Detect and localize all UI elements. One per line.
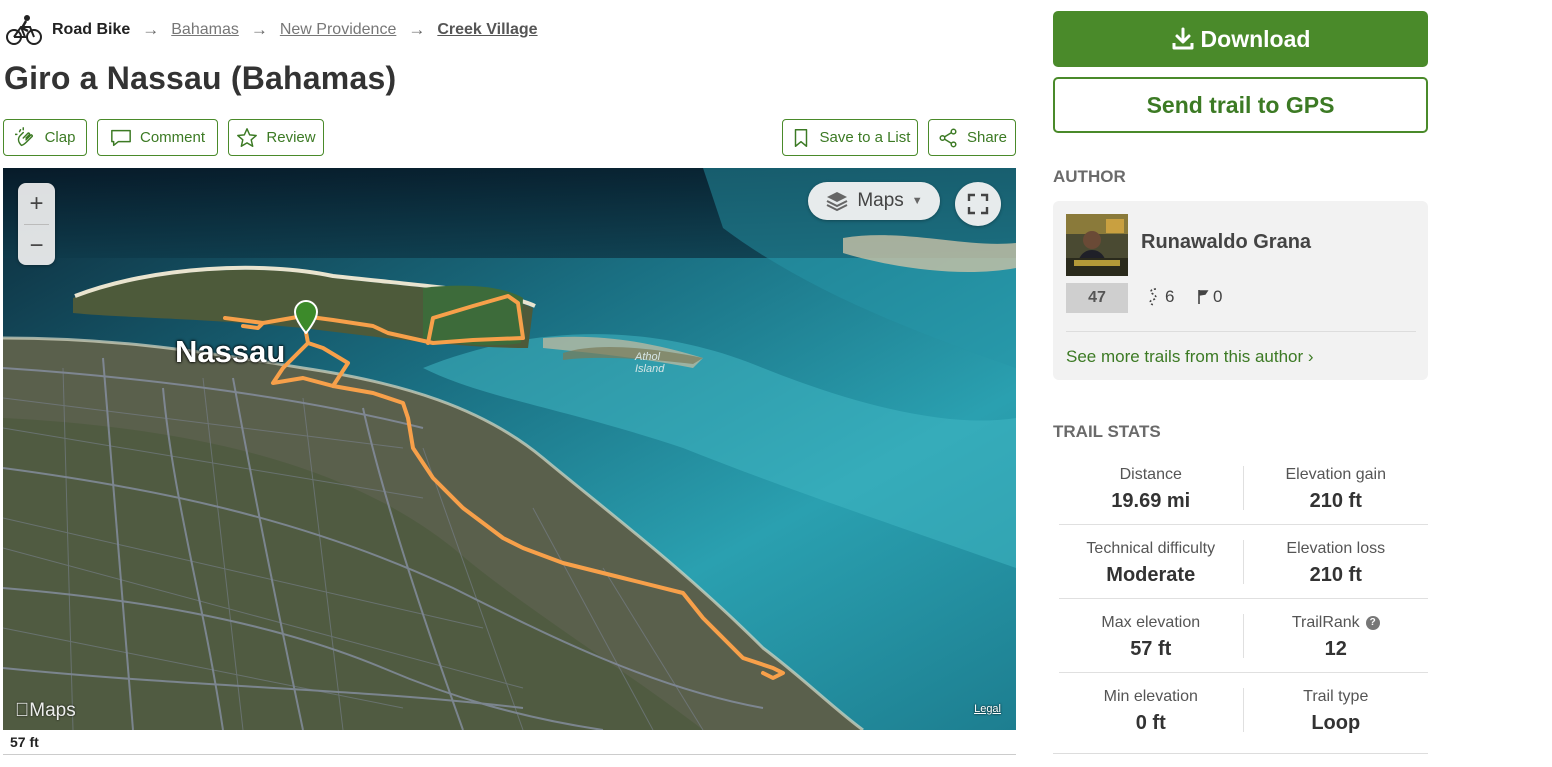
avatar[interactable] xyxy=(1066,214,1128,276)
download-icon xyxy=(1172,27,1194,50)
stat-elevation-loss: Elevation loss 210 ft xyxy=(1286,539,1386,586)
stats-row: Technical difficulty Moderate Elevation … xyxy=(1059,525,1428,599)
comment-button[interactable]: Comment xyxy=(97,119,218,156)
breadcrumb-arrow: → xyxy=(142,20,160,39)
author-card: Runawaldo Grana 47 6 0 See more trails f… xyxy=(1053,201,1428,380)
zoom-control: + − xyxy=(18,183,55,265)
stats-row: Max elevation 57 ft TrailRank ? 12 xyxy=(1059,599,1428,673)
trail-path-icon xyxy=(1149,288,1157,306)
map-attribution: Maps xyxy=(15,700,76,721)
author-heading: AUTHOR xyxy=(1053,167,1126,186)
zoom-in-button[interactable]: + xyxy=(18,183,55,224)
zoom-out-button[interactable]: − xyxy=(18,225,55,266)
breadcrumb-link-creek-village[interactable]: Creek Village xyxy=(437,21,537,39)
breadcrumb-arrow: → xyxy=(250,20,268,39)
download-label: Download xyxy=(1200,25,1311,52)
breadcrumb-activity: Road Bike xyxy=(52,21,131,38)
star-icon xyxy=(237,127,258,147)
review-label: Review xyxy=(266,129,316,146)
trail-stats-heading: TRAIL STATS xyxy=(1053,422,1161,441)
map-label-nassau: Nassau xyxy=(175,334,286,369)
breadcrumb-link-new-providence[interactable]: New Providence xyxy=(280,21,397,39)
map-layer-label: Maps xyxy=(857,190,904,211)
avatar-image xyxy=(1066,214,1128,276)
share-label: Share xyxy=(966,129,1008,146)
help-icon[interactable]: ? xyxy=(1365,615,1380,630)
stat-distance: Distance 19.69 mi xyxy=(1059,465,1244,512)
download-button[interactable]: Download xyxy=(1053,11,1428,67)
flag-icon xyxy=(1198,290,1209,304)
author-trails-count: 6 xyxy=(1147,287,1174,307)
save-to-list-button[interactable]: Save to a List xyxy=(782,119,918,156)
share-icon xyxy=(939,128,957,147)
author-name[interactable]: Runawaldo Grana xyxy=(1141,231,1311,254)
breadcrumb-arrow: → xyxy=(408,20,426,39)
page-title: Giro a Nassau (Bahamas) xyxy=(4,60,397,96)
see-more-trails-link[interactable]: See more trails from this author › xyxy=(1066,347,1314,367)
stat-trail-type: Trail type Loop xyxy=(1303,688,1369,734)
stats-bottom-divider xyxy=(1053,753,1428,754)
send-to-gps-button[interactable]: Send trail to GPS xyxy=(1053,77,1428,133)
bookmark-icon xyxy=(794,128,807,147)
comment-icon xyxy=(111,129,131,146)
trail-start-marker-icon[interactable] xyxy=(293,300,319,334)
trail-stats: Distance 19.69 mi Elevation gain 210 ft … xyxy=(1059,451,1428,747)
trail-map[interactable]: Nassau Athol Island + − Maps ▼ Maps Leg… xyxy=(3,168,1016,730)
clap-label: Clap xyxy=(44,129,76,146)
map-legal-link[interactable]: Legal xyxy=(974,703,1001,715)
stat-technical-difficulty: Technical difficulty Moderate xyxy=(1059,539,1244,586)
elevation-readout: 57 ft xyxy=(10,734,39,750)
road-bike-icon xyxy=(6,15,42,45)
clap-button[interactable]: Clap xyxy=(3,119,87,156)
stats-row: Min elevation 0 ft Trail type Loop xyxy=(1059,673,1428,747)
author-divider xyxy=(1066,331,1416,332)
layers-icon xyxy=(826,192,848,212)
author-rank-badge: 47 xyxy=(1066,283,1128,313)
share-button[interactable]: Share xyxy=(928,119,1016,156)
elevation-profile-baseline xyxy=(3,754,1016,755)
stats-row: Distance 19.69 mi Elevation gain 210 ft xyxy=(1059,451,1428,525)
map-label-athol-island: Athol Island xyxy=(635,351,665,375)
breadcrumb-link-bahamas[interactable]: Bahamas xyxy=(171,21,239,39)
stat-elevation-gain: Elevation gain 210 ft xyxy=(1285,465,1386,512)
clap-icon xyxy=(14,126,33,146)
apple-logo-icon:  xyxy=(15,700,29,721)
save-to-list-label: Save to a List xyxy=(819,129,911,146)
breadcrumb: Road Bike → Bahamas → New Providence → C… xyxy=(6,14,538,46)
map-layer-selector[interactable]: Maps ▼ xyxy=(808,182,940,220)
author-flags-count: 0 xyxy=(1195,287,1222,307)
fullscreen-icon xyxy=(967,193,989,215)
review-button[interactable]: Review xyxy=(228,119,324,156)
stat-trailrank: TrailRank ? 12 xyxy=(1244,614,1429,660)
stat-min-elevation: Min elevation 0 ft xyxy=(1059,688,1244,734)
fullscreen-button[interactable] xyxy=(955,182,1001,226)
comment-label: Comment xyxy=(139,129,206,146)
stat-max-elevation: Max elevation 57 ft xyxy=(1059,613,1244,660)
chevron-down-icon: ▼ xyxy=(911,195,923,207)
satellite-map-image xyxy=(3,168,1016,730)
